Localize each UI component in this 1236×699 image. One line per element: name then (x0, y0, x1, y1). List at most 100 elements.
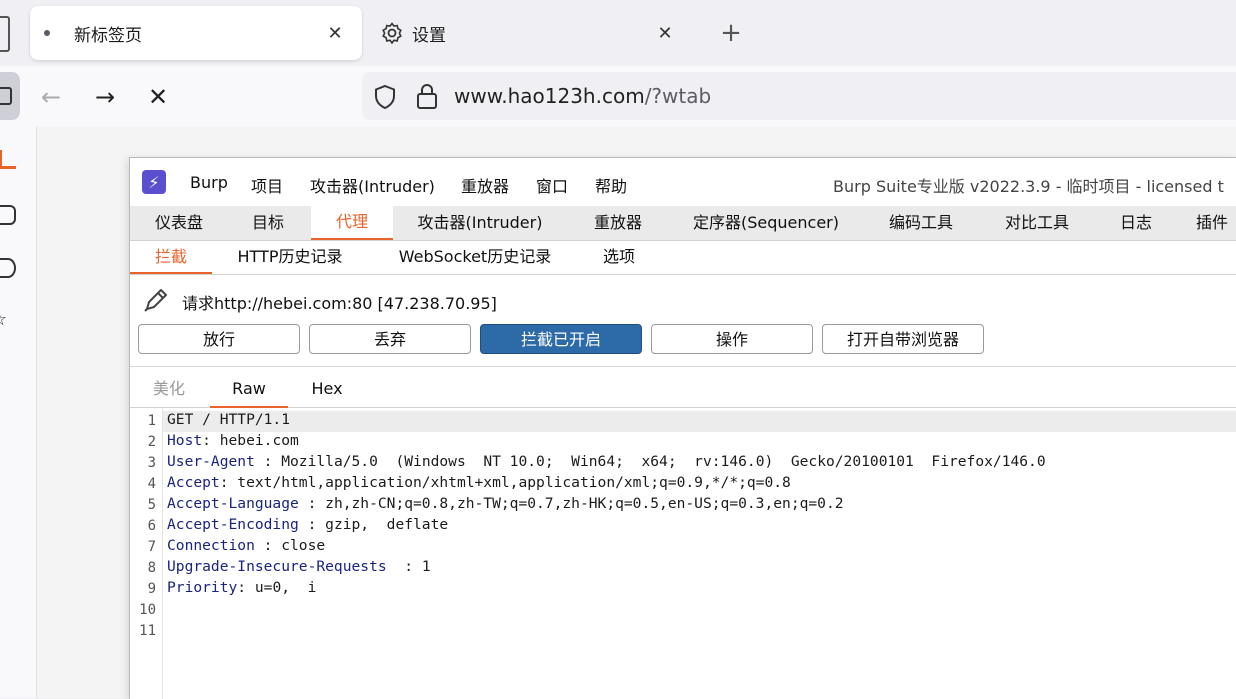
request-line[interactable]: Host: hebei.com (167, 432, 299, 449)
tab-settings[interactable]: 设置 ✕ (372, 6, 692, 60)
tab-target[interactable]: 目标 (238, 206, 298, 240)
line-number: 2 (147, 434, 156, 450)
line-number: 11 (139, 623, 156, 639)
tab-proxy[interactable]: 代理 (311, 206, 393, 240)
header-value: close (281, 537, 326, 554)
tab-sequencer[interactable]: 定序器(Sequencer) (686, 206, 846, 240)
gear-icon (382, 22, 402, 45)
menu-burp[interactable]: Burp (190, 173, 228, 192)
header-name: Accept (167, 474, 220, 491)
header-separator: : (219, 474, 238, 491)
header-name: Host (167, 432, 203, 449)
tab-http-history[interactable]: HTTP历史记录 (224, 241, 356, 274)
request-line[interactable]: Priority: u=0, i (167, 579, 316, 596)
header-value: zh,zh-CN;q=0.8,zh-TW;q=0.7,zh-HK;q=0.5,e… (325, 495, 844, 512)
plus-icon[interactable]: + (712, 18, 750, 48)
tab-raw[interactable]: Raw (210, 378, 288, 408)
star-icon[interactable]: ☆ (0, 312, 14, 328)
line-number: 4 (147, 476, 156, 492)
header-name: Accept-Language (167, 495, 299, 512)
tab-dashboard[interactable]: 仪表盘 (140, 206, 218, 240)
header-value: hebei.com (219, 432, 299, 449)
shield-icon[interactable] (372, 84, 398, 110)
tab-label: 设置 (412, 25, 446, 46)
forward-arrow-icon[interactable]: → (90, 82, 120, 112)
tab-intruder[interactable]: 攻击器(Intruder) (406, 206, 554, 240)
open-browser-button[interactable]: 打开自带浏览器 (822, 324, 984, 354)
line-number: 1 (147, 413, 156, 429)
history-icon[interactable] (0, 258, 16, 278)
close-icon[interactable]: ✕ (652, 20, 678, 46)
line-number: 5 (147, 497, 156, 513)
action-button[interactable]: 操作 (651, 324, 813, 354)
line-number: 10 (139, 602, 156, 618)
tab-comparer[interactable]: 对比工具 (994, 206, 1080, 240)
tab-repeater[interactable]: 重放器 (582, 206, 654, 240)
header-separator: : (254, 453, 282, 470)
tab-label: 新标签页 (74, 25, 142, 46)
url-text[interactable]: www.hao123h.com/?wtab (454, 84, 711, 108)
tab-websocket-history[interactable]: WebSocket历史记录 (384, 241, 566, 274)
header-separator: : (202, 432, 220, 449)
tab-extensions[interactable]: 插件 (1196, 206, 1236, 240)
request-editor[interactable]: 1 GET / HTTP/1.1 2 Host: hebei.com 3 User-Age… (130, 408, 1236, 699)
intercept-toggle-button[interactable]: 拦截已开启 (480, 324, 642, 354)
tab-hex[interactable]: Hex (302, 378, 352, 406)
close-icon[interactable]: ✕ (322, 20, 348, 46)
request-line[interactable]: Accept-Encoding : gzip, deflate (167, 516, 448, 533)
window-title: Burp Suite专业版 v2022.3.9 - 临时项目 - license… (833, 177, 1224, 196)
tab-new-tab[interactable]: 新标签页 ✕ (30, 6, 362, 60)
sync-icon[interactable] (0, 205, 16, 225)
main-tabs: 仪表盘 目标 代理 攻击器(Intruder) 重放器 定序器(Sequence… (130, 206, 1236, 241)
sidebar-toggle-icon[interactable] (0, 16, 10, 52)
line-number: 8 (147, 560, 156, 576)
sidebar-button[interactable] (0, 72, 20, 120)
request-line[interactable]: Accept-Language : zh,zh-CN;q=0.8,zh-TW;q… (167, 495, 844, 512)
header-name: Priority (167, 579, 238, 596)
tab-logger[interactable]: 日志 (1110, 206, 1162, 240)
back-arrow-icon[interactable]: ← (36, 82, 66, 112)
menu-project[interactable]: 项目 (251, 173, 283, 197)
request-line[interactable]: Accept: text/html,application/xhtml+xml,… (167, 474, 791, 491)
header-separator: : (298, 495, 326, 512)
header-value: Mozilla/5.0 (Windows NT 10.0; Win64; x64… (281, 453, 1046, 470)
stop-icon[interactable]: ✕ (143, 82, 173, 112)
line-number: 6 (147, 518, 156, 534)
bookmark-icon[interactable] (0, 150, 16, 169)
drop-button[interactable]: 丢弃 (309, 324, 471, 354)
header-name: Connection (167, 537, 255, 554)
header-name: Accept-Encoding (167, 516, 299, 533)
header-value: u=0, i (254, 579, 317, 596)
proxy-subtabs: 拦截 HTTP历史记录 WebSocket历史记录 选项 (130, 241, 1236, 275)
current-line-highlight (163, 411, 1236, 432)
line-number: 3 (147, 455, 156, 471)
tab-intercept[interactable]: 拦截 (130, 241, 212, 274)
burp-window: ⚡ Burp 项目 攻击器(Intruder) 重放器 窗口 帮助 Burp S… (129, 157, 1236, 699)
tab-decoder[interactable]: 编码工具 (878, 206, 964, 240)
header-separator: : (237, 579, 255, 596)
request-line[interactable]: User-Agent : Mozilla/5.0 (Windows NT 10.… (167, 453, 1046, 470)
menu-intruder[interactable]: 攻击器(Intruder) (310, 173, 435, 197)
menu-repeater[interactable]: 重放器 (461, 173, 509, 197)
header-separator: : (386, 558, 422, 575)
url-host: www.hao123h.com (454, 84, 645, 108)
request-line[interactable]: GET / HTTP/1.1 (167, 411, 290, 428)
header-value: 1 (421, 558, 431, 575)
menu-help[interactable]: 帮助 (595, 173, 627, 197)
tab-favicon-icon (44, 30, 50, 36)
header-name: Upgrade-Insecure-Requests (167, 558, 387, 575)
tab-pretty[interactable]: 美化 (144, 378, 194, 406)
header-value: gzip, deflate (325, 516, 449, 533)
header-value: text/html,application/xhtml+xml,applicat… (237, 474, 791, 491)
pencil-icon (144, 289, 167, 312)
tab-options[interactable]: 选项 (590, 241, 648, 274)
header-name: User-Agent (167, 453, 255, 470)
url-path: /?wtab (644, 84, 712, 108)
menu-window[interactable]: 窗口 (536, 173, 568, 197)
lock-icon (417, 84, 437, 109)
request-line[interactable]: Connection : close (167, 537, 325, 554)
burp-logo-icon: ⚡ (142, 170, 166, 194)
forward-button[interactable]: 放行 (138, 324, 300, 354)
request-line[interactable]: Upgrade-Insecure-Requests : 1 (167, 558, 431, 575)
request-target: 请求http://hebei.com:80 [47.238.70.95] (182, 294, 497, 313)
